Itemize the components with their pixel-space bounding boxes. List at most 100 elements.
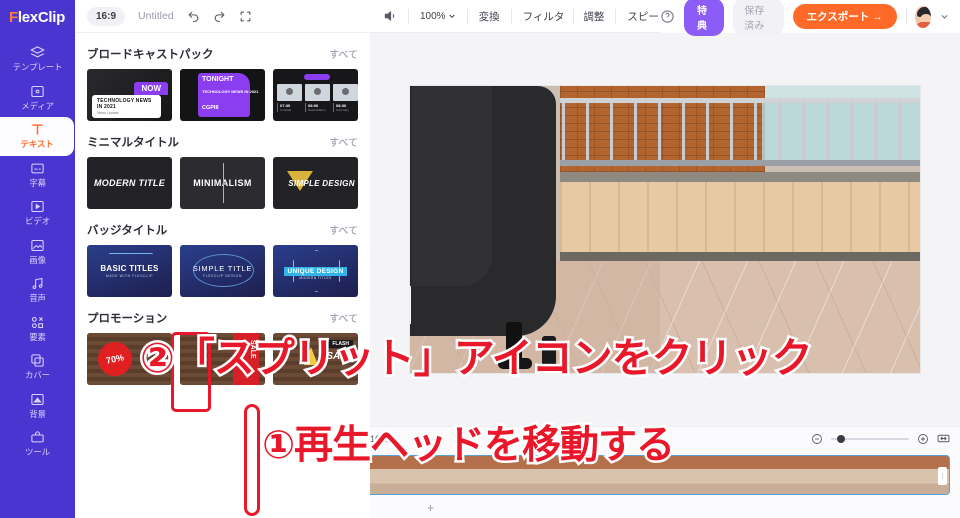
badge-now: NOW [134,82,168,95]
cover-copy-icon [30,353,45,368]
thumb-caption: SIMPLE TITLE FLEXCLIP DESIGN [193,264,252,278]
sidebar-item-video[interactable]: ビデオ [0,194,75,233]
toolbar-divider [408,8,409,24]
left-sidebar: FlexClip テンプレート メディア テキスト 字幕 ビデオ 画像 音声 要… [0,0,75,518]
chevron-down-icon[interactable] [940,12,949,21]
music-note-icon [30,276,45,291]
sidebar-item-tools[interactable]: ツール [0,425,75,464]
grid-cells: 07:30 In Detail 08:00 News Edition 08:30 Su… [277,84,358,112]
sidebar-item-text[interactable]: テキスト [0,117,74,156]
zoom-in-icon[interactable] [917,433,929,445]
cell-label: News Edition [308,108,326,112]
tab-filter[interactable]: フィルタ [523,9,565,24]
pill-shape [304,74,330,80]
template-thumb-broadcast-now[interactable]: NOW TECHNOLOGY NEWS IN 2021 News Update [87,69,172,121]
template-thumb-minimal-simple[interactable]: SIMPLE DESIGN [273,157,358,209]
sidebar-item-image[interactable]: 画像 [0,233,75,272]
toolbar-divider [510,8,512,24]
railing-bottom-bar [560,160,920,166]
fit-to-width-icon[interactable] [937,432,950,445]
export-button[interactable]: エクスポート → [792,4,897,29]
portrait-placeholder [277,84,302,101]
see-all-link[interactable]: すべて [329,310,358,325]
project-title[interactable]: Untitled [138,10,174,22]
zoom-out-icon[interactable] [811,433,823,445]
sidebar-item-label: テンプレート [12,62,63,73]
avatar[interactable] [915,5,931,28]
zoom-slider[interactable] [831,434,909,443]
benefit-button[interactable]: 特典 [684,0,725,36]
app-logo[interactable]: FlexClip [0,0,75,34]
portrait-placeholder [333,84,358,101]
template-thumb-badge-unique[interactable]: UNIQUE DESIGN MODERN TITLES [273,245,358,297]
thumbnail-row: MODERN TITLE MINIMALISM SIMPLE DESIGN [87,157,358,209]
background-icon [30,392,45,407]
toolbar-divider [573,8,575,24]
sidebar-item-label: ビデオ [25,216,50,227]
help-icon[interactable] [660,9,675,24]
thumb-label: BASIC TITLES [100,264,159,273]
fullscreen-icon[interactable] [239,10,252,23]
flexclip-editor: FlexClip テンプレート メディア テキスト 字幕 ビデオ 画像 音声 要… [0,0,960,518]
template-thumb-broadcast-tonight[interactable]: TONIGHT TECHNOLOGY NEWS IN 2021 CGPIII [180,69,265,121]
template-thumb-badge-simple[interactable]: SIMPLE TITLE FLEXCLIP DESIGN [180,245,265,297]
template-thumb-badge-basic[interactable]: BASIC TITLES MADE WITH FLEXCLIP [87,245,172,297]
panel-collapse-button[interactable] [410,286,411,324]
saved-status[interactable]: 保存済み [733,0,784,36]
aspect-ratio-button[interactable]: 16:9 [87,6,126,26]
sidebar-item-elements[interactable]: 要素 [0,310,75,349]
thumbnail-row: NOW TECHNOLOGY NEWS IN 2021 News Update … [87,69,358,121]
logo-f: F [9,8,18,26]
plus-icon[interactable]: + [427,501,434,515]
cell-label: Summary [336,108,349,112]
toolbar-divider [615,8,617,24]
sidebar-item-background[interactable]: 背景 [0,387,75,426]
thumb-caption: TECHNOLOGY NEWS IN 2021 News Update [92,95,161,118]
grid-cell: 07:30 In Detail [277,84,302,112]
see-all-link[interactable]: すべて [329,134,358,149]
sidebar-item-subtitle[interactable]: 字幕 [0,156,75,195]
thumb-footer: CGPIII [202,105,219,111]
tab-transform[interactable]: 変換 [479,9,500,24]
undo-icon[interactable] [187,10,200,23]
sidebar-item-media[interactable]: メディア [0,79,75,118]
annotation-step-1: ①再生ヘッドを移動する [259,421,677,471]
section-title: バッジタイトル [87,225,168,237]
tab-adjust[interactable]: 調整 [583,9,604,24]
see-all-link[interactable]: すべて [329,222,358,237]
caption-line2: News Update [97,111,119,115]
image-icon [30,238,45,253]
sidebar-item-label: ツール [25,447,50,458]
see-all-link[interactable]: すべて [329,46,358,61]
cell-caption: 07:30 In Detail [277,103,302,112]
grid-cell: 08:00 News Edition [305,84,330,112]
railing-balusters [562,102,920,162]
sidebar-item-audio[interactable]: 音声 [0,271,75,310]
clip-trim-handle-right[interactable]: ⋮ [938,467,947,485]
sidebar-item-label: 音声 [29,293,46,304]
section-title: ミニマルタイトル [87,137,179,149]
sidebar-item-label: 背景 [29,408,46,419]
chevron-down-icon [448,14,455,19]
logo-rest: lexClip [17,8,65,26]
header-actions: 特典 保存済み エクスポート → [660,0,960,36]
zoom-level-dropdown[interactable]: 100% [420,11,456,22]
project-header: 16:9 Untitled [75,0,370,33]
zoom-slider-knob[interactable] [837,434,845,443]
template-thumb-minimal-minimalism[interactable]: MINIMALISM [180,157,265,209]
sidebar-item-cover[interactable]: カバー [0,348,75,387]
section-header: ミニマルタイトル すべて [87,121,358,157]
sidebar-item-label: カバー [25,370,50,381]
section-title: ブロードキャストパック [87,49,214,61]
section-header: バッジタイトル すべて [87,209,358,245]
thumb-sub: MODERN TITLES [299,276,332,280]
sidebar-item-label: 画像 [29,254,46,265]
speaker-icon[interactable] [383,9,397,23]
template-thumb-minimal-modern[interactable]: MODERN TITLE [87,157,172,209]
redo-icon[interactable] [213,10,226,23]
annotation-highlight-playhead [244,404,260,516]
cell-label: In Detail [280,108,292,112]
template-thumb-broadcast-grid[interactable]: 07:30 In Detail 08:00 News Edition 08:30 Su… [273,69,358,121]
sidebar-item-templates[interactable]: テンプレート [0,40,75,79]
media-icon [30,84,45,99]
